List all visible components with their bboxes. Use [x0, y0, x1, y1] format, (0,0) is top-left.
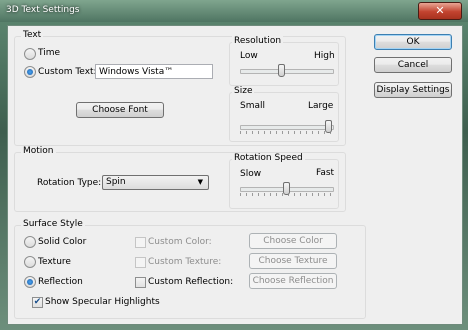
reflection-radio[interactable] [24, 276, 36, 288]
solid-color-label: Solid Color [38, 237, 87, 247]
cancel-button[interactable]: Cancel [374, 57, 452, 73]
custom-texture-checkbox[interactable] [135, 257, 146, 268]
dropdown-arrow-icon: ▼ [197, 178, 203, 186]
resolution-group: Resolution Low High [229, 36, 339, 86]
specular-highlights-label: Show Specular Highlights [45, 297, 160, 307]
rotation-speed-slider-thumb[interactable] [282, 182, 290, 195]
window-frame: 3D Text Settings ✕ Text Time Custom Text… [0, 0, 468, 330]
rotation-speed-group: Rotation Speed Slow Fast [229, 153, 339, 209]
rotation-speed-slow-label: Slow [240, 169, 262, 179]
custom-text-input[interactable]: Windows Vista™ [95, 64, 213, 79]
reflection-label: Reflection [38, 277, 83, 287]
resolution-title: Resolution [232, 36, 284, 46]
rotation-speed-title: Rotation Speed [232, 153, 305, 163]
custom-color-checkbox[interactable] [135, 237, 146, 248]
resolution-low-label: Low [240, 51, 258, 61]
size-small-label: Small [240, 101, 265, 111]
time-label: Time [38, 48, 61, 58]
motion-group: Motion Rotation Type: Spin ▼ Rotation Sp… [14, 146, 346, 212]
rotation-speed-fast-label: Fast [316, 168, 335, 178]
rotation-type-value: Spin [106, 177, 126, 187]
custom-reflection-label: Custom Reflection: [148, 277, 234, 287]
surface-style-title: Surface Style [21, 219, 85, 229]
checkmark-icon: ✔ [33, 297, 42, 307]
texture-label: Texture [38, 257, 71, 267]
resolution-slider-track[interactable] [240, 69, 334, 74]
text-group: Text Time Custom Text: Windows Vista™ Ch… [14, 30, 346, 146]
time-radio[interactable] [24, 48, 36, 60]
close-button[interactable]: ✕ [418, 2, 462, 20]
size-large-label: Large [308, 101, 334, 111]
texture-radio[interactable] [24, 256, 36, 268]
size-slider-thumb[interactable] [325, 120, 332, 133]
custom-color-label: Custom Color: [148, 237, 212, 247]
custom-texture-label: Custom Texture: [148, 257, 222, 267]
resolution-high-label: High [314, 51, 335, 61]
size-slider-track[interactable] [240, 125, 334, 130]
choose-color-button[interactable]: Choose Color [249, 233, 337, 249]
dialog-client-area: Text Time Custom Text: Windows Vista™ Ch… [7, 25, 463, 325]
window-title: 3D Text Settings [6, 5, 80, 15]
custom-reflection-checkbox[interactable] [135, 277, 146, 288]
title-bar[interactable]: 3D Text Settings ✕ [0, 0, 468, 22]
size-title: Size [232, 86, 255, 96]
solid-color-radio[interactable] [24, 236, 36, 248]
size-slider-ticks [240, 131, 332, 134]
custom-text-radio[interactable] [24, 66, 36, 78]
rotation-type-select[interactable]: Spin ▼ [102, 175, 209, 190]
display-settings-button[interactable]: Display Settings [374, 82, 452, 98]
ok-button[interactable]: OK [374, 34, 452, 50]
choose-texture-button[interactable]: Choose Texture [249, 253, 337, 269]
choose-font-button[interactable]: Choose Font [76, 102, 164, 118]
custom-text-label: Custom Text: [38, 67, 97, 77]
resolution-slider-thumb[interactable] [278, 64, 286, 77]
surface-style-group: Surface Style Solid Color Texture Reflec… [14, 219, 366, 319]
text-group-title: Text [21, 30, 44, 40]
motion-title: Motion [21, 146, 56, 156]
rotation-type-label: Rotation Type: [37, 178, 102, 188]
choose-reflection-button[interactable]: Choose Reflection [249, 273, 337, 289]
size-group: Size Small Large [229, 86, 339, 142]
close-icon: ✕ [435, 4, 445, 17]
specular-highlights-checkbox[interactable]: ✔ [32, 297, 43, 308]
